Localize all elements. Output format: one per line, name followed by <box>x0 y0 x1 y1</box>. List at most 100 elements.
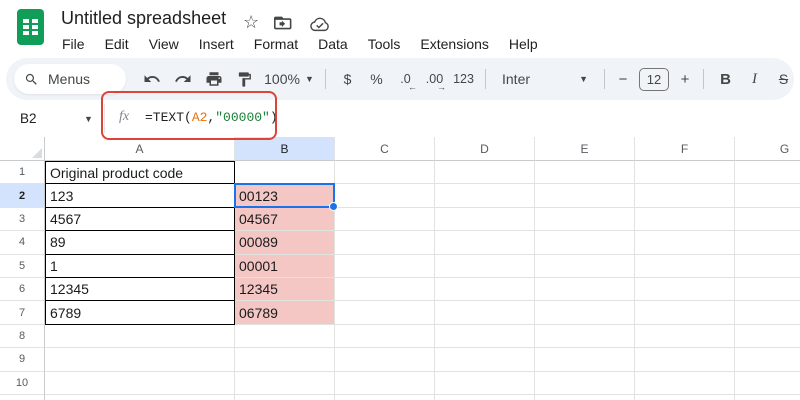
cell-c11[interactable] <box>335 395 435 400</box>
document-title[interactable]: Untitled spreadsheet <box>61 8 226 29</box>
cell-e7[interactable] <box>535 301 635 324</box>
menus-search-button[interactable]: Menus <box>14 64 126 94</box>
cell-c10[interactable] <box>335 372 435 395</box>
cell-a1[interactable]: Original product code <box>45 161 235 184</box>
cell-g10[interactable] <box>735 372 800 395</box>
cell-f5[interactable] <box>635 255 735 278</box>
cell-c8[interactable] <box>335 325 435 348</box>
cell-b3[interactable]: 04567 <box>235 208 335 231</box>
paint-format-button[interactable] <box>229 64 260 94</box>
column-header-e[interactable]: E <box>535 137 635 161</box>
italic-button[interactable]: I <box>740 64 769 94</box>
cell-c1[interactable] <box>335 161 435 184</box>
cell-c6[interactable] <box>335 278 435 301</box>
cell-d5[interactable] <box>435 255 535 278</box>
cell-g4[interactable] <box>735 231 800 254</box>
cell-g1[interactable] <box>735 161 800 184</box>
cell-d4[interactable] <box>435 231 535 254</box>
row-header-4[interactable]: 4 <box>0 231 45 254</box>
bold-button[interactable]: B <box>711 64 740 94</box>
cell-c3[interactable] <box>335 208 435 231</box>
cell-e5[interactable] <box>535 255 635 278</box>
percent-format-button[interactable]: % <box>362 64 391 94</box>
row-header-9[interactable]: 9 <box>0 348 45 371</box>
cell-d6[interactable] <box>435 278 535 301</box>
cell-g11[interactable] <box>735 395 800 400</box>
cell-d7[interactable] <box>435 301 535 324</box>
cell-b2[interactable]: 00123 <box>235 184 335 207</box>
menu-format[interactable]: Format <box>244 32 308 56</box>
cell-d1[interactable] <box>435 161 535 184</box>
cell-f1[interactable] <box>635 161 735 184</box>
font-family-dropdown[interactable]: Inter ▼ <box>493 71 597 87</box>
cell-a9[interactable] <box>45 348 235 371</box>
cell-b1[interactable] <box>235 161 335 184</box>
cell-g6[interactable] <box>735 278 800 301</box>
cell-b5[interactable]: 00001 <box>235 255 335 278</box>
row-header-6[interactable]: 6 <box>0 278 45 301</box>
print-button[interactable] <box>198 64 229 94</box>
decrease-decimal-button[interactable]: .0 ← <box>391 64 420 94</box>
row-header-1[interactable]: 1 <box>0 161 45 184</box>
cell-f3[interactable] <box>635 208 735 231</box>
row-header-5[interactable]: 5 <box>0 255 45 278</box>
menu-file[interactable]: File <box>52 32 95 56</box>
cell-f9[interactable] <box>635 348 735 371</box>
cell-f2[interactable] <box>635 184 735 207</box>
cell-f4[interactable] <box>635 231 735 254</box>
cell-c2[interactable] <box>335 184 435 207</box>
cell-f7[interactable] <box>635 301 735 324</box>
cell-d11[interactable] <box>435 395 535 400</box>
menu-tools[interactable]: Tools <box>358 32 411 56</box>
cell-g7[interactable] <box>735 301 800 324</box>
cell-d9[interactable] <box>435 348 535 371</box>
increase-font-size-button[interactable]: + <box>674 64 696 94</box>
cell-f11[interactable] <box>635 395 735 400</box>
cell-b8[interactable] <box>235 325 335 348</box>
select-all-corner[interactable] <box>0 137 45 161</box>
cell-c5[interactable] <box>335 255 435 278</box>
cell-e1[interactable] <box>535 161 635 184</box>
currency-format-button[interactable]: $ <box>333 64 362 94</box>
row-header-3[interactable]: 3 <box>0 208 45 231</box>
decrease-font-size-button[interactable]: − <box>612 64 634 94</box>
cell-f10[interactable] <box>635 372 735 395</box>
row-header-2[interactable]: 2 <box>0 184 45 207</box>
menu-extensions[interactable]: Extensions <box>410 32 498 56</box>
increase-decimal-button[interactable]: .00 → <box>420 64 449 94</box>
cell-e6[interactable] <box>535 278 635 301</box>
cell-d8[interactable] <box>435 325 535 348</box>
cell-a2[interactable]: 123 <box>45 184 235 207</box>
star-icon[interactable]: ☆ <box>243 13 259 31</box>
cell-d3[interactable] <box>435 208 535 231</box>
strikethrough-button[interactable]: S <box>769 64 798 94</box>
menu-data[interactable]: Data <box>308 32 358 56</box>
cell-b9[interactable] <box>235 348 335 371</box>
menu-view[interactable]: View <box>139 32 189 56</box>
column-header-c[interactable]: C <box>335 137 435 161</box>
name-box[interactable]: B2 <box>20 100 37 137</box>
more-formats-button[interactable]: 123 <box>449 64 478 94</box>
cell-e9[interactable] <box>535 348 635 371</box>
fill-handle[interactable] <box>329 202 338 211</box>
cell-a6[interactable]: 12345 <box>45 278 235 301</box>
menu-edit[interactable]: Edit <box>95 32 139 56</box>
cell-c9[interactable] <box>335 348 435 371</box>
cell-c4[interactable] <box>335 231 435 254</box>
cell-e3[interactable] <box>535 208 635 231</box>
cell-d2[interactable] <box>435 184 535 207</box>
cell-e11[interactable] <box>535 395 635 400</box>
menu-help[interactable]: Help <box>499 32 548 56</box>
cell-a11[interactable] <box>45 395 235 400</box>
column-header-b[interactable]: B <box>235 137 335 161</box>
cell-e8[interactable] <box>535 325 635 348</box>
cell-d10[interactable] <box>435 372 535 395</box>
cell-e2[interactable] <box>535 184 635 207</box>
cell-b10[interactable] <box>235 372 335 395</box>
cell-a10[interactable] <box>45 372 235 395</box>
column-header-a[interactable]: A <box>45 137 235 161</box>
row-header-7[interactable]: 7 <box>0 301 45 324</box>
menu-insert[interactable]: Insert <box>189 32 244 56</box>
cell-a3[interactable]: 4567 <box>45 208 235 231</box>
row-header-11[interactable]: 11 <box>0 395 45 400</box>
